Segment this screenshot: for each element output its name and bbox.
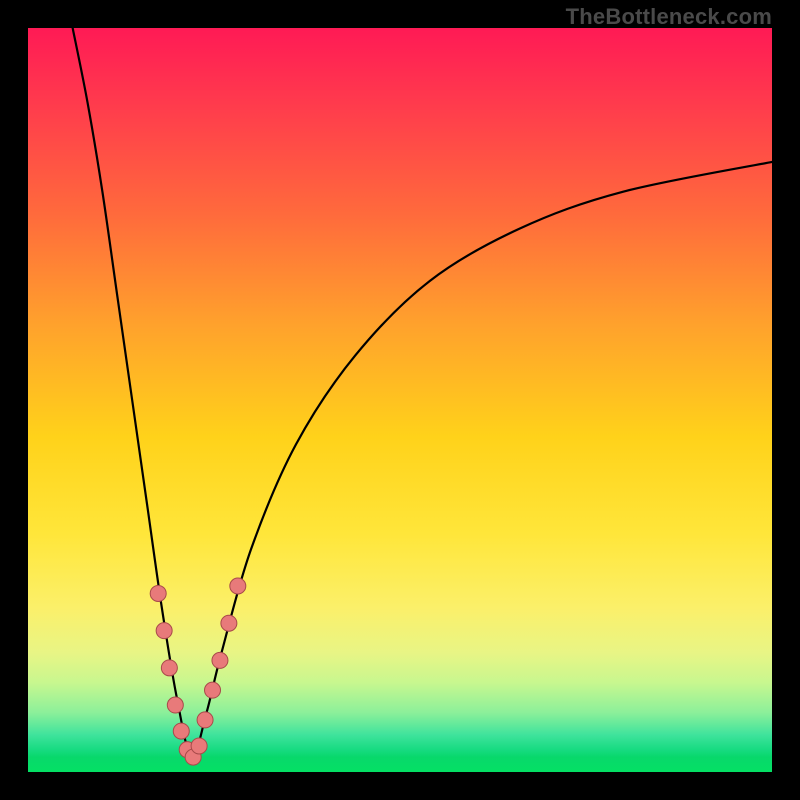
data-marker — [212, 652, 228, 668]
data-marker — [156, 623, 172, 639]
bottleneck-curve-svg — [28, 28, 772, 772]
marker-group — [150, 578, 246, 765]
data-marker — [167, 697, 183, 713]
data-marker — [205, 682, 221, 698]
data-marker — [230, 578, 246, 594]
bottleneck-curve — [73, 28, 772, 757]
data-marker — [161, 660, 177, 676]
data-marker — [173, 723, 189, 739]
data-marker — [150, 585, 166, 601]
plot-area — [28, 28, 772, 772]
data-marker — [191, 738, 207, 754]
data-marker — [197, 712, 213, 728]
data-marker — [221, 615, 237, 631]
watermark-text: TheBottleneck.com — [566, 4, 772, 30]
outer-frame: TheBottleneck.com — [0, 0, 800, 800]
curve-group — [73, 28, 772, 757]
